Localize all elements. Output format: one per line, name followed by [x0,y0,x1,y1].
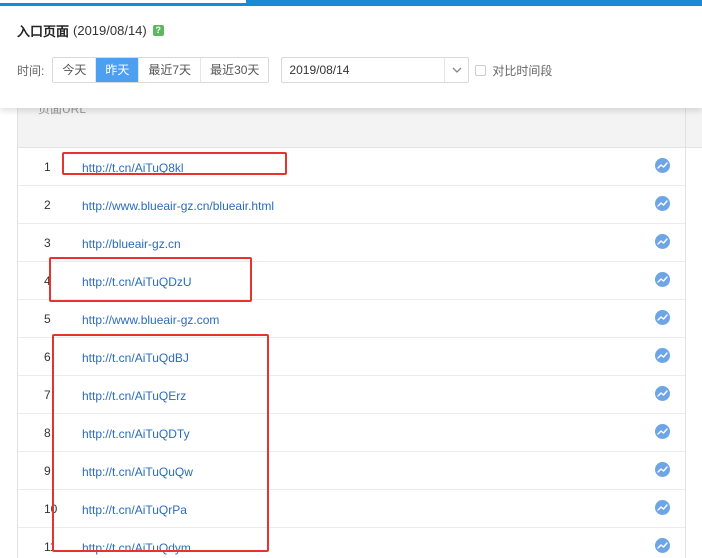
table-row: 1 http://t.cn/AiTuQ8kl [18,148,685,186]
trend-chart-icon[interactable] [655,310,670,325]
trend-chart-icon[interactable] [655,348,670,363]
row-index: 9 [44,464,51,478]
trend-chart-icon[interactable] [655,234,670,249]
time-label: 时间: [17,63,45,78]
row-url-link[interactable]: http://t.cn/AiTuQdym [82,541,191,555]
header-divider [685,108,686,148]
filter-row: 时间: 今天 昨天 最近7天 最近30天 2019/08/14 对比时间段 [17,57,552,83]
date-picker-value: 2019/08/14 [289,63,350,77]
trend-chart-icon[interactable] [655,272,670,287]
chevron-down-icon[interactable] [444,58,468,82]
trend-chart-icon[interactable] [655,196,670,211]
range-30days-button[interactable]: 最近30天 [201,58,269,82]
row-url-link[interactable]: http://t.cn/AiTuQdBJ [82,351,189,365]
help-icon[interactable]: ? [152,25,164,36]
row-url-link[interactable]: http://t.cn/AiTuQDzU [82,275,192,289]
trend-chart-icon[interactable] [655,158,670,173]
table-row: 9 http://t.cn/AiTuQuQw [18,452,685,490]
table-row: 11 http://t.cn/AiTuQdym [18,528,685,558]
compare-label: 对比时间段 [492,63,553,78]
row-url-link[interactable]: http://t.cn/AiTuQDTy [82,427,190,441]
row-url-link[interactable]: http://www.blueair-gz.cn/blueair.html [82,199,274,213]
row-url-link[interactable]: http://t.cn/AiTuQErz [82,389,186,403]
trend-chart-icon[interactable] [655,386,670,401]
page-title: 入口页面 [17,24,70,39]
row-index: 2 [44,198,51,212]
range-today-button[interactable]: 今天 [53,58,97,82]
trend-chart-icon[interactable] [655,500,670,515]
row-url-link[interactable]: http://t.cn/AiTuQuQw [82,465,193,479]
row-url-link[interactable]: http://blueair-gz.cn [82,237,181,251]
row-index: 10 [44,502,58,516]
top-strip-left [0,0,198,3]
row-index: 4 [44,274,51,288]
entry-page-table: 页面URL 1 http://t.cn/AiTuQ8kl 2 http://www.b… [17,102,702,558]
row-index: 11 [44,540,57,554]
trend-chart-icon[interactable] [655,424,670,439]
table-row: 3 http://blueair-gz.cn [18,224,685,262]
table-row: 6 http://t.cn/AiTuQdBJ [18,338,685,376]
row-index: 6 [44,350,51,364]
date-picker[interactable]: 2019/08/14 [281,57,470,83]
row-index: 3 [44,236,51,250]
table-row: 4 http://t.cn/AiTuQDzU [18,262,685,300]
trend-chart-icon[interactable] [655,538,670,553]
top-strip-tab [198,0,246,3]
header-panel: 入口页面 (2019/08/14) ? 时间: 今天 昨天 最近7天 最近30天… [0,6,702,108]
trend-chart-icon[interactable] [655,462,670,477]
compare-checkbox[interactable] [475,64,487,76]
table-row: 10 http://t.cn/AiTuQrPa [18,490,685,528]
row-index: 1 [44,160,51,174]
table-row: 2 http://www.blueair-gz.cn/blueair.html [18,186,685,224]
row-index: 5 [44,312,51,326]
range-7days-button[interactable]: 最近7天 [139,58,202,82]
column-divider [685,148,686,558]
row-index: 7 [44,388,51,402]
row-url-link[interactable]: http://www.blueair-gz.com [82,313,219,327]
table-row: 8 http://t.cn/AiTuQDTy [18,414,685,452]
time-range-group: 今天 昨天 最近7天 最近30天 [52,57,270,83]
row-url-link[interactable]: http://t.cn/AiTuQrPa [82,503,187,517]
row-url-link[interactable]: http://t.cn/AiTuQ8kl [82,161,184,175]
range-yesterday-button[interactable]: 昨天 [96,58,140,82]
table-header: 页面URL [18,102,702,148]
table-row: 5 http://www.blueair-gz.com [18,300,685,338]
title-row: 入口页面 (2019/08/14) ? [17,21,164,40]
page-title-date: (2019/08/14) [73,23,147,38]
row-index: 8 [44,426,51,440]
table-row: 7 http://t.cn/AiTuQErz [18,376,685,414]
compare-toggle[interactable]: 对比时间段 [475,62,552,79]
